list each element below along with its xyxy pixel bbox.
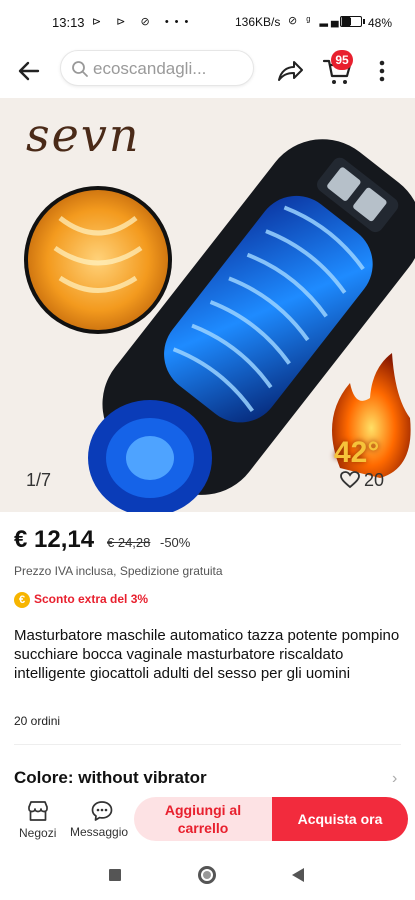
extra-discount[interactable]: Sconto extra del 3%: [34, 592, 148, 606]
search-input[interactable]: ecoscandagli...: [60, 50, 254, 86]
top-bar: ecoscandagli... 95: [0, 44, 415, 98]
search-icon: [72, 61, 88, 77]
current-price: € 12,14: [14, 526, 95, 553]
color-selector[interactable]: Colore: without vibrator: [14, 768, 207, 788]
network-speed: 136KB/s: [235, 15, 281, 29]
message-label[interactable]: Messaggio: [70, 825, 128, 839]
share-icon[interactable]: [275, 56, 305, 86]
temperature-label: 42°: [334, 436, 380, 469]
store-label[interactable]: Negozi: [19, 826, 56, 840]
battery-icon: [340, 16, 365, 27]
notification-icons: ⊳ ⊳ ⊘ •••: [92, 16, 195, 28]
home-icon[interactable]: [198, 866, 216, 884]
image-counter: 1/7: [26, 470, 52, 490]
more-options-icon[interactable]: [372, 56, 392, 86]
system-nav-bar: [0, 851, 415, 900]
divider: [14, 744, 401, 745]
discount-badge: -50%: [160, 535, 191, 550]
orders-count: 20 ordini: [14, 714, 61, 728]
coin-icon: €: [14, 592, 30, 608]
wishlist-count: 20: [364, 470, 385, 490]
status-bar: 13:13 ⊳ ⊳ ⊘ ••• 136KB/s ⊘ ᵍ ▂▄▆ 48%: [0, 0, 415, 44]
message-icon[interactable]: [90, 799, 114, 823]
product-title: Masturbatore maschile automatico tazza p…: [14, 627, 400, 682]
back-arrow-icon[interactable]: [14, 56, 44, 86]
product-image-gallery[interactable]: sevn 42° 1/7 20: [0, 98, 415, 512]
chevron-right-icon[interactable]: ›: [392, 770, 397, 788]
search-query: ecoscandagli...: [93, 59, 207, 78]
cart-count-badge: 95: [331, 50, 353, 70]
back-triangle-icon[interactable]: [292, 868, 304, 882]
original-price: € 24,28: [107, 535, 151, 550]
wishlist-button[interactable]: 20: [340, 470, 384, 491]
tax-shipping-note: Prezzo IVA inclusa, Spedizione gratuita: [14, 564, 223, 578]
add-to-cart-button[interactable]: Aggiungi al carrello: [134, 797, 272, 841]
heart-icon: [340, 471, 360, 489]
clock: 13:13: [52, 15, 85, 30]
recents-icon[interactable]: [109, 869, 121, 881]
battery-percent: 48%: [368, 16, 393, 30]
bottom-action-bar: Negozi Messaggio Aggiungi al carrello Acq…: [0, 795, 415, 849]
store-icon[interactable]: [26, 799, 50, 823]
brand-logo: sevn: [26, 108, 141, 162]
buy-now-button[interactable]: Acquista ora: [272, 797, 408, 841]
